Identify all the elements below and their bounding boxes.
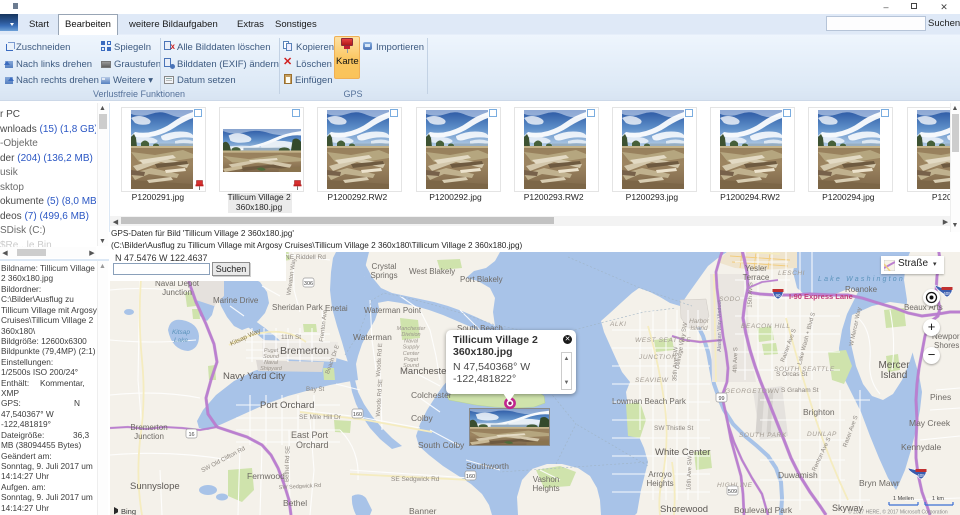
- svg-text:Port Blakely: Port Blakely: [460, 275, 503, 284]
- svg-text:GEORGETOWN: GEORGETOWN: [725, 388, 779, 395]
- svg-text:Division: Division: [401, 332, 420, 338]
- svg-text:Bremerton: Bremerton: [130, 423, 167, 432]
- svg-text:Heights: Heights: [532, 484, 559, 493]
- svg-text:Springs: Springs: [370, 271, 397, 280]
- svg-text:Lake: Lake: [174, 337, 188, 344]
- svg-text:1 km: 1 km: [932, 496, 944, 502]
- svg-text:16th Ave SW: 16th Ave SW: [686, 455, 693, 490]
- svg-text:Island: Island: [881, 370, 908, 381]
- svg-text:Navy Yard City: Navy Yard City: [223, 371, 286, 382]
- svg-text:SE Mile Hill Dr: SE Mile Hill Dr: [299, 414, 342, 421]
- svg-text:Puget: Puget: [404, 357, 419, 363]
- svg-text:4th Ave S: 4th Ave S: [733, 347, 740, 373]
- svg-text:509: 509: [728, 489, 737, 495]
- svg-text:Vashon: Vashon: [533, 475, 560, 484]
- svg-text:15th Av S: 15th Av S: [748, 282, 755, 308]
- svg-text:Southworth: Southworth: [466, 461, 509, 471]
- svg-text:1 Meilen: 1 Meilen: [893, 496, 914, 502]
- svg-text:405: 405: [943, 291, 951, 296]
- svg-text:SW Thistle St: SW Thistle St: [654, 425, 693, 432]
- svg-text:Island: Island: [690, 325, 708, 332]
- svg-text:16: 16: [188, 432, 194, 438]
- svg-text:Bay St: Bay St: [306, 386, 325, 393]
- svg-text:© 2017 HERE, © 2017 Microsoft: © 2017 HERE, © 2017 Microsoft Corporatio…: [848, 509, 948, 515]
- svg-text:Waterman Point: Waterman Point: [364, 306, 422, 315]
- svg-text:BEACON HILL: BEACON HILL: [741, 323, 791, 330]
- svg-text:JUNCTION: JUNCTION: [638, 354, 677, 361]
- svg-text:306: 306: [304, 281, 313, 287]
- svg-text:Bethel Rd SE: Bethel Rd SE: [284, 446, 291, 482]
- svg-text:Shipyard: Shipyard: [260, 366, 283, 372]
- svg-text:Sheridan Park: Sheridan Park: [272, 303, 324, 312]
- svg-text:90: 90: [775, 293, 781, 298]
- svg-text:160: 160: [466, 474, 475, 480]
- svg-text:Kitsap: Kitsap: [172, 329, 190, 336]
- svg-text:Heights: Heights: [646, 479, 673, 488]
- svg-text:East Port: East Port: [291, 430, 329, 440]
- svg-text:Duwamish: Duwamish: [778, 470, 818, 480]
- svg-text:I-90 Express Lane: I-90 Express Lane: [789, 292, 853, 301]
- svg-text:SE Sedgwick Rd: SE Sedgwick Rd: [391, 476, 440, 483]
- svg-text:S Graham St: S Graham St: [781, 387, 819, 394]
- svg-text:Fernwood: Fernwood: [247, 471, 285, 481]
- svg-text:LESCHI: LESCHI: [778, 270, 805, 277]
- svg-text:West Blakely: West Blakely: [409, 267, 455, 276]
- svg-text:Brighton: Brighton: [803, 407, 835, 417]
- svg-text:Junction: Junction: [134, 432, 164, 441]
- svg-text:Sound: Sound: [403, 363, 420, 369]
- svg-text:Lake Washington: Lake Washington: [818, 276, 905, 283]
- svg-text:Waterman: Waterman: [353, 332, 392, 342]
- svg-text:Boulevard Park: Boulevard Park: [734, 505, 793, 515]
- svg-text:Arroyo: Arroyo: [648, 470, 672, 479]
- svg-text:Harbor: Harbor: [689, 318, 710, 325]
- svg-text:160: 160: [353, 412, 362, 418]
- svg-text:Center: Center: [403, 351, 421, 357]
- svg-text:S Orcas St: S Orcas St: [776, 371, 808, 378]
- svg-text:Bryn Mawr: Bryn Mawr: [859, 478, 900, 488]
- svg-text:White Center: White Center: [655, 447, 710, 458]
- svg-text:Crystal: Crystal: [372, 262, 397, 271]
- svg-text:Terrace: Terrace: [743, 273, 770, 282]
- svg-text:Kennydale: Kennydale: [901, 442, 941, 452]
- svg-text:Pines: Pines: [930, 392, 951, 402]
- svg-text:SOUTH PARK: SOUTH PARK: [739, 432, 787, 439]
- svg-text:Lowman Beach Park: Lowman Beach Park: [612, 397, 687, 406]
- svg-text:11th St: 11th St: [281, 334, 301, 341]
- svg-text:May Creek: May Creek: [909, 418, 951, 428]
- svg-text:Supply: Supply: [403, 345, 421, 351]
- svg-text:Marine Drive: Marine Drive: [213, 296, 259, 305]
- svg-text:Shores: Shores: [934, 341, 959, 350]
- svg-text:ALKI: ALKI: [609, 321, 627, 328]
- svg-text:99: 99: [718, 396, 724, 402]
- svg-text:Bethel: Bethel: [283, 498, 307, 508]
- svg-text:Orchard: Orchard: [296, 440, 329, 450]
- svg-text:405: 405: [917, 473, 925, 478]
- svg-text:Naval: Naval: [404, 338, 419, 344]
- svg-text:Yesler: Yesler: [745, 264, 767, 273]
- svg-text:Port Orchard: Port Orchard: [260, 400, 314, 411]
- svg-text:Manchester: Manchester: [397, 326, 427, 332]
- svg-text:Colby: Colby: [411, 413, 433, 423]
- svg-text:Shorewood: Shorewood: [660, 504, 708, 515]
- svg-text:Sunnyslope: Sunnyslope: [130, 481, 180, 492]
- svg-text:Junction: Junction: [162, 288, 192, 297]
- svg-text:South Colby: South Colby: [418, 440, 465, 450]
- svg-text:DUNLAP: DUNLAP: [807, 431, 837, 438]
- svg-text:Bremerton: Bremerton: [280, 345, 329, 357]
- svg-text:SEAVIEW: SEAVIEW: [635, 377, 669, 384]
- svg-text:Bing: Bing: [121, 507, 136, 515]
- svg-text:Banner: Banner: [409, 506, 437, 515]
- svg-text:Alaskan Way Viaduct: Alaskan Way Viaduct: [717, 300, 723, 352]
